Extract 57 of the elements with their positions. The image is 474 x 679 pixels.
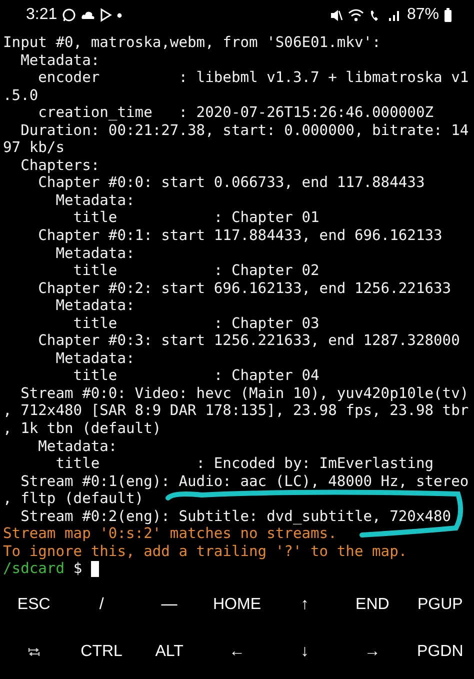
key[interactable]: ALT: [135, 628, 204, 675]
signal-icon: [388, 8, 402, 22]
key[interactable]: END: [338, 581, 406, 628]
output-line: Input #0, matroska,webm, from 'S06E01.mkv':: [3, 34, 382, 52]
key[interactable]: CTRL: [68, 628, 136, 675]
output-line: , fltp (default): [3, 490, 145, 508]
output-line: creation_time : 2020-07-26T15:26:46.000000Z: [37, 104, 435, 122]
play-icon: [100, 8, 112, 22]
output-line: , 712x480 [SAR 8:9 DAR 178:135], 23.98 fps, 23.98 tbr: [3, 402, 470, 420]
output-line: Metadata:: [20, 52, 101, 70]
output-line: Metadata:: [54, 192, 136, 210]
key[interactable]: PGDN: [406, 628, 474, 675]
output-line: Metadata:: [54, 350, 136, 368]
output-line: title : Chapter 03: [72, 314, 320, 332]
prompt-path: /sdcard: [3, 560, 65, 578]
output-line: Stream #0:2(eng): Subtitle: dvd_subtitle, 720x480: [20, 508, 452, 526]
output-line: Chapter #0:1: start 117.884433, end 696.162133: [37, 227, 444, 245]
mute-icon: [330, 8, 343, 22]
cloud-icon: [81, 10, 96, 20]
battery-icon: [444, 8, 452, 22]
output-line: title : Chapter 02: [72, 262, 320, 280]
error-line: To ignore this, add a trailing '?' to the map.: [3, 542, 408, 560]
output-line: Stream #0:0: Video: hevc (Main 10), yuv420p10le(tv): [20, 384, 470, 402]
output-line: Chapter #0:0: start 0.066733, end 117.884433: [37, 174, 426, 192]
prompt-symbol: $: [73, 560, 82, 578]
key[interactable]: ↑: [270, 581, 339, 628]
wifi-icon: [348, 8, 364, 22]
output-line: Metadata:: [54, 297, 136, 315]
output-line: Metadata:: [37, 438, 118, 456]
key[interactable]: HOME: [203, 581, 271, 628]
key[interactable]: ESC: [0, 581, 68, 628]
chat-icon: [62, 8, 76, 22]
battery-percent: 87%: [406, 6, 439, 24]
output-line: , 1k tbn (default): [3, 420, 162, 438]
output-line: Chapter #0:3: start 1256.221633, end 1287.328000: [37, 332, 461, 350]
key[interactable]: PGUP: [406, 581, 474, 628]
dot-icon: [117, 12, 122, 18]
output-line: 97 kb/s: [3, 139, 66, 157]
output-line: title : Encoded by: ImEverlasting: [54, 455, 435, 473]
output-line: Stream #0:1(eng): Audio: aac (LC), 48000 Hz, stereo: [20, 472, 470, 490]
cursor: [90, 561, 99, 578]
output-line: .5.0: [3, 86, 40, 104]
output-line: title : Chapter 04: [72, 367, 320, 385]
key[interactable]: ↓: [270, 628, 339, 675]
tab-icon: [28, 646, 40, 656]
output-line: title : Chapter 01: [72, 209, 320, 228]
output-line: Metadata:: [54, 244, 136, 262]
output-line: Duration: 00:21:27.38, start: 0.000000, bitrate: 14: [20, 122, 470, 140]
key[interactable]: ←: [203, 628, 271, 675]
key[interactable]: —: [135, 581, 204, 628]
output-line: Chapters:: [20, 156, 101, 174]
error-line: Stream map '0:s:2' matches no streams.: [3, 525, 338, 543]
key[interactable]: →: [338, 628, 406, 675]
status-time: 3:21: [26, 6, 58, 24]
output-line: encoder : libebml v1.3.7 + libmatroska v1: [37, 69, 470, 87]
key[interactable]: /: [68, 581, 136, 628]
output-line: Chapter #0:2: start 696.162133, end 1256.221633: [37, 280, 452, 298]
